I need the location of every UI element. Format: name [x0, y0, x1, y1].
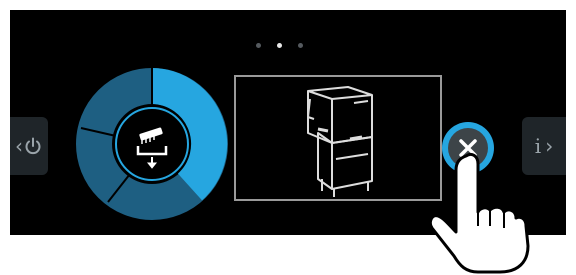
back-power-tab[interactable]: ‹: [10, 117, 48, 175]
chevron-left-icon: ‹: [15, 134, 23, 158]
pointing-hand-icon: [428, 152, 530, 274]
page-dot[interactable]: [298, 43, 303, 48]
power-icon: [25, 137, 41, 155]
machine-preview: [234, 75, 442, 201]
hood-dishwasher-icon: [307, 86, 373, 197]
program-progress-ring: [76, 68, 228, 220]
page-indicator: [256, 43, 303, 48]
page-dot[interactable]: [256, 43, 261, 48]
page-dot-active[interactable]: [277, 43, 282, 48]
